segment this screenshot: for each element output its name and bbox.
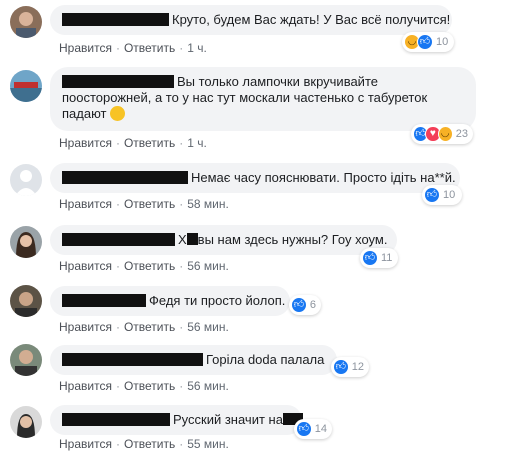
comment-actions: Нравится · Ответить · 55 мин. [59,436,229,452]
comment-bubble: Хвы нам здесь нужны? Гоу хоум. [50,225,397,255]
reaction-count: 6 [309,299,316,311]
reply-link[interactable]: Ответить [124,320,175,334]
separator: · [115,320,120,334]
timestamp[interactable]: 55 мин. [187,437,229,451]
like-link[interactable]: Нравится [59,197,112,211]
comment-actions: Нравится · Ответить · 58 мин. [59,196,229,212]
reaction-count: 11 [381,252,393,264]
comment-bubble: Вы только лампочки вкручивайте поосторож… [50,67,476,131]
like-reaction-icon: 👍︎ [291,297,307,313]
author-name-redacted[interactable] [62,353,203,366]
like-reaction-icon: 👍︎ [417,34,433,50]
separator: · [179,41,184,55]
comment-actions: Нравится · Ответить · 56 мин. [59,378,229,394]
reactions-summary[interactable]: 👍︎ 14 [294,419,332,439]
reactions-summary[interactable]: 👍︎ 6 [289,295,321,315]
like-link[interactable]: Нравится [59,320,112,334]
like-link[interactable]: Нравится [59,379,112,393]
separator: · [179,136,184,150]
comment-text: Русский значит на [173,412,283,427]
comment-actions: Нравится · Ответить · 56 мин. [59,319,229,335]
separator: · [115,259,120,273]
avatar[interactable] [10,406,42,438]
timestamp[interactable]: 1 ч. [187,136,207,150]
haha-reaction-icon: ◡ [437,126,453,142]
reply-link[interactable]: Ответить [124,379,175,393]
reactions-summary[interactable]: ◡ 👍︎ 10 [402,32,454,52]
avatar[interactable] [10,344,42,376]
separator: · [115,437,120,451]
like-reaction-icon: 👍︎ [296,421,312,437]
avatar[interactable] [10,226,42,258]
like-reaction-icon: 👍︎ [424,187,440,203]
comment-text: Федя ти просто йолоп. [149,293,286,308]
reaction-count: 10 [436,36,449,48]
separator: · [115,41,120,55]
separator: · [179,379,184,393]
separator: · [115,197,120,211]
like-link[interactable]: Нравится [59,437,112,451]
reply-link[interactable]: Ответить [124,437,175,451]
author-name-redacted[interactable] [62,233,175,246]
reply-link[interactable]: Ответить [124,136,175,150]
comment-actions: Нравится · Ответить · 1 ч. [59,40,207,56]
like-reaction-icon: 👍︎ [333,359,349,375]
comment-bubble: Горіла doda палала [50,345,337,375]
reactions-summary[interactable]: 👍︎ 11 [360,248,398,268]
comment-text: Горіла doda палала [206,352,325,367]
separator: · [179,197,184,211]
timestamp[interactable]: 56 мин. [187,320,229,334]
reaction-count: 23 [455,128,468,140]
like-link[interactable]: Нравится [59,259,112,273]
comment-text: Немає часу пояснювати. Просто ідіть на**… [191,170,456,185]
author-name-redacted[interactable] [62,171,188,184]
author-name-redacted[interactable] [62,13,169,26]
comment-actions: Нравится · Ответить · 56 мин. [59,258,229,274]
reply-link[interactable]: Ответить [124,41,175,55]
author-name-redacted[interactable] [62,413,170,426]
separator: · [179,259,184,273]
reactions-summary[interactable]: 👍︎ 12 [331,357,369,377]
author-name-redacted[interactable] [62,294,146,307]
avatar[interactable] [10,70,42,102]
like-reaction-icon: 👍︎ [362,250,378,266]
avatar[interactable] [10,285,42,317]
comment-bubble: Круто, будем Вас ждать! У Вас всё получи… [50,5,452,35]
separator: · [115,136,120,150]
separator: · [179,320,184,334]
comment-text: вы нам здесь нужны? Гоу хоум. [197,232,388,247]
timestamp[interactable]: 1 ч. [187,41,207,55]
timestamp[interactable]: 56 мин. [187,379,229,393]
avatar[interactable] [10,164,42,196]
comment-text: Круто, будем Вас ждать! У Вас всё получи… [172,12,451,27]
timestamp[interactable]: 56 мин. [187,259,229,273]
comment-actions: Нравится · Ответить · 1 ч. [59,135,207,151]
reactions-summary[interactable]: 👍︎ 10 [422,185,462,205]
author-name-redacted[interactable] [62,75,174,88]
like-link[interactable]: Нравится [59,41,112,55]
reaction-count: 14 [314,423,327,435]
comment-bubble: Немає часу пояснювати. Просто ідіть на**… [50,163,460,193]
reactions-summary[interactable]: 👍︎ ♥ ◡ 23 [411,124,473,144]
avatar[interactable] [10,6,42,38]
like-link[interactable]: Нравится [59,136,112,150]
reaction-count: 12 [351,361,364,373]
smile-emoji-icon [110,106,126,121]
timestamp[interactable]: 58 мин. [187,197,229,211]
redacted-text [186,233,198,245]
separator: · [115,379,120,393]
comment-bubble: Русский значит на [50,405,303,435]
comment-bubble: Федя ти просто йолоп. [50,286,290,316]
separator: · [179,437,184,451]
comment-prefix: Х [178,232,187,247]
reply-link[interactable]: Ответить [124,197,175,211]
reply-link[interactable]: Ответить [124,259,175,273]
reaction-count: 10 [443,189,456,201]
